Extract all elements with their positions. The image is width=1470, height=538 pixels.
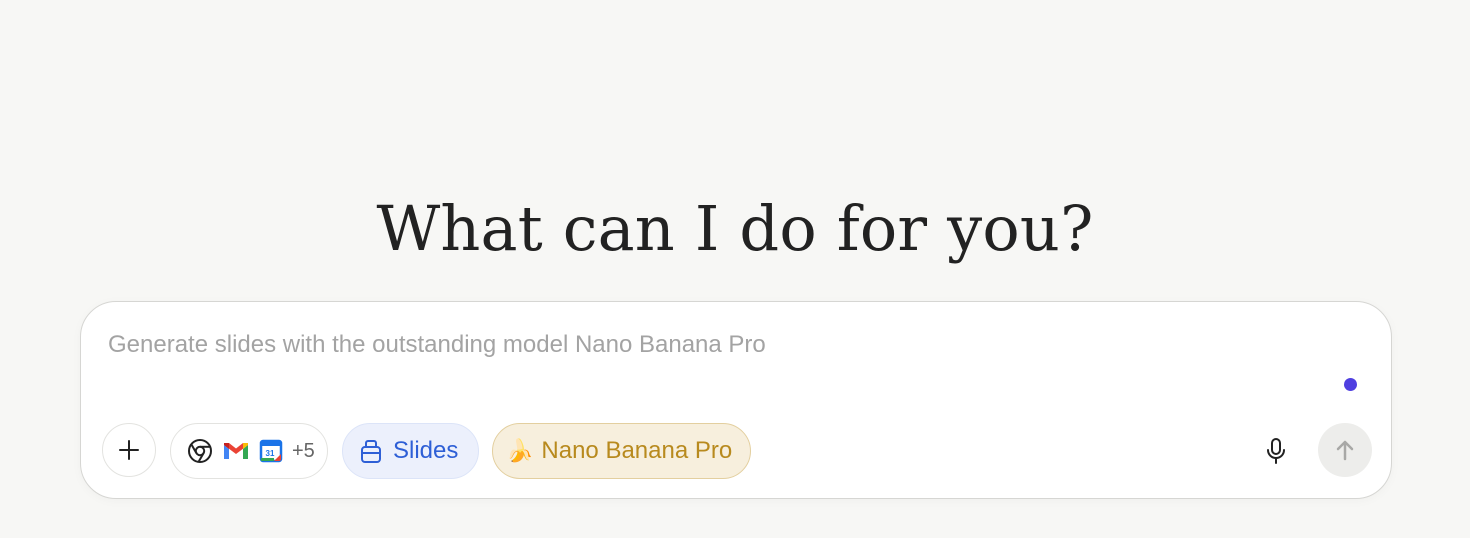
prompt-input[interactable] — [108, 328, 1308, 362]
microphone-button[interactable] — [1259, 434, 1293, 468]
google-calendar-icon: 31 — [259, 439, 283, 463]
slides-chip-label: Slides — [393, 437, 459, 464]
model-chip-nano-banana-pro[interactable]: 🍌 Nano Banana Pro — [492, 423, 751, 479]
connectors-chip[interactable]: 31 +5 — [170, 423, 328, 479]
plus-icon — [119, 440, 139, 460]
add-button[interactable] — [102, 423, 156, 477]
model-chip-label: Nano Banana Pro — [541, 437, 733, 464]
microphone-icon — [1267, 438, 1285, 464]
slides-icon — [361, 440, 381, 463]
calendar-day-text: 31 — [266, 449, 275, 458]
gmail-icon — [224, 443, 248, 459]
banana-icon: 🍌 — [506, 438, 534, 463]
connectors-more-count: +5 — [292, 439, 315, 462]
slides-chip[interactable]: Slides — [342, 423, 479, 479]
status-dot — [1344, 378, 1357, 391]
chrome-icon — [188, 439, 212, 463]
page-title: What can I do for you? — [376, 191, 1094, 265]
arrow-up-icon — [1336, 440, 1354, 461]
prompt-composer: 31 +5 Slides 🍌 Nano Banana Pro — [80, 301, 1392, 499]
send-button[interactable] — [1318, 423, 1372, 477]
